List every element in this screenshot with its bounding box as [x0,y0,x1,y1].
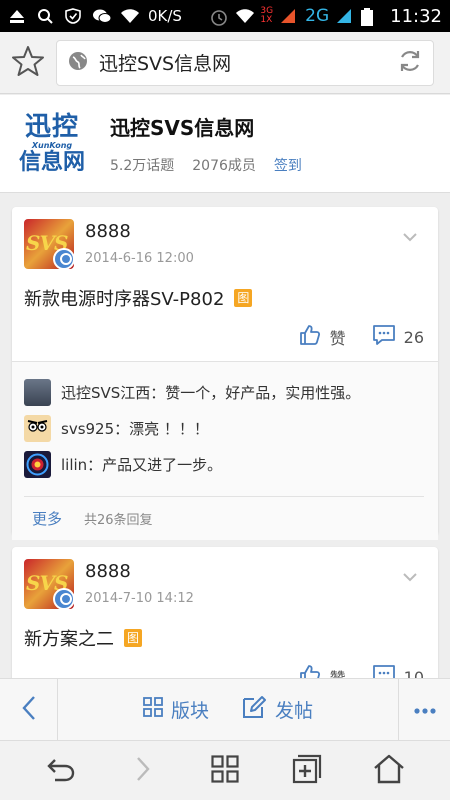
like-button[interactable]: 赞 [298,323,372,351]
image-badge: 图 [234,289,253,307]
user-badge-icon [53,248,75,270]
wifi-signal-icon [235,8,255,24]
alarm-icon [210,8,228,26]
forum-title: 迅控SVS信息网 [110,116,255,140]
battery-icon [361,8,379,26]
refresh-icon[interactable] [397,48,423,78]
avatar [24,450,51,478]
chevron-left-icon [21,694,37,726]
thumbs-up-icon [298,323,322,351]
signal-icon [280,8,298,24]
image-badge: 图 [124,629,143,647]
add-tab-icon [292,754,322,788]
reply-list: 迅控SVS江西：赞一个，好产品，实用性强。 svs925：漂亮 ！！！ lili… [12,361,438,540]
checkin-link[interactable]: 签到 [274,155,302,175]
list-item[interactable]: lilin：产品又进了一步。 [24,446,424,482]
grid-icon [143,697,163,722]
forum-header: 迅控 XunKong 信息网 迅控SVS信息网 5.2万话题 2076成员 签到 [0,95,450,193]
post-title[interactable]: 新款电源时序器SV-P802 图 [24,285,253,311]
more-dots-icon [413,700,437,719]
undo-button[interactable] [31,746,91,796]
more-button[interactable] [398,678,450,741]
back-button[interactable] [0,678,58,741]
shield-icon [64,8,82,24]
address-bar: 迅控SVS信息网 [0,32,450,94]
post-author[interactable]: 8888 [85,221,131,242]
chevron-down-icon[interactable] [402,567,418,586]
network-type: 3G 1X [260,6,274,25]
bookmark-button[interactable] [0,32,56,94]
user-badge-icon [53,588,75,610]
post-card[interactable]: SVS 8888 2014-7-10 14:12 新方案之二 图 赞 10 [12,547,438,697]
chevron-right-icon [135,755,151,787]
forum-logo: 迅控 XunKong 信息网 [18,111,85,175]
post-title[interactable]: 新方案之二 图 [24,625,143,651]
signal-bars-icon [336,8,354,24]
network-2g: 2G [305,6,330,26]
sections-button[interactable]: 版块 [143,694,209,725]
search-icon [36,8,54,24]
list-item[interactable]: 迅控SVS江西：赞一个，好产品，实用性强。 [24,374,424,410]
member-count: 2076成员 [192,158,256,174]
forum-toolbar: 版块 发帖 [0,678,450,741]
eject-icon [8,8,26,24]
url-text: 迅控SVS信息网 [99,53,232,75]
home-icon [373,754,405,788]
wifi-icon [120,8,139,24]
status-bar: 0K/S 3G 1X 2G 11:32 [0,0,450,32]
post-card[interactable]: SVS 8888 2014-6-16 12:00 新款电源时序器SV-P802 … [12,207,438,540]
post-date: 2014-7-10 14:12 [85,591,194,606]
home-button[interactable] [359,746,419,796]
avatar [24,378,51,406]
comment-button[interactable]: 26 [372,323,424,351]
undo-icon [46,756,76,786]
clock: 11:32 [390,5,442,27]
url-field[interactable]: 迅控SVS信息网 [56,39,434,86]
topic-count: 5.2万话题 [110,158,175,174]
post-date: 2014-6-16 12:00 [85,251,194,266]
new-tab-button[interactable] [277,746,337,796]
globe-icon [67,50,89,76]
browser-navbar [0,740,450,800]
net-speed: 0K/S [148,7,182,25]
avatar [24,414,51,442]
chevron-down-icon[interactable] [402,227,418,246]
comment-icon [372,323,396,351]
grid-icon [211,754,239,787]
star-icon [11,44,45,82]
apps-button[interactable] [195,746,255,796]
edit-icon [241,694,267,725]
list-item[interactable]: svs925：漂亮 ！！！ [24,410,424,446]
more-replies-link[interactable]: 更多 [32,508,62,529]
new-post-button[interactable]: 发帖 [241,694,313,725]
reply-total: 共26条回复 [84,513,153,528]
wechat-icon [92,8,112,24]
post-author[interactable]: 8888 [85,561,131,582]
forward-button[interactable] [113,746,173,796]
